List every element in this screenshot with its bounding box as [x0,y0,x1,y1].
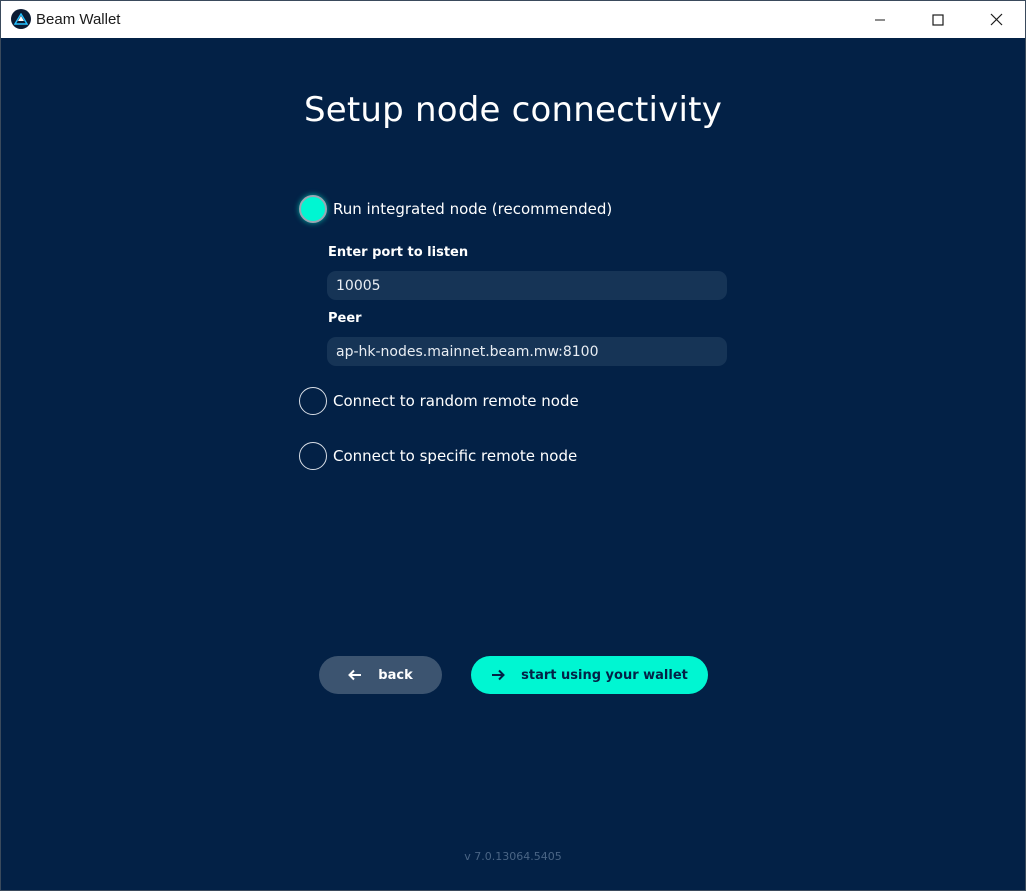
option-specific-remote-node[interactable]: Connect to specific remote node [299,442,577,470]
radio-random-remote-node[interactable] [299,387,327,415]
window-title: Beam Wallet [36,11,121,28]
page-title: Setup node connectivity [303,90,723,130]
arrow-left-icon [348,669,362,681]
minimize-button[interactable] [851,1,909,38]
start-button-label: start using your wallet [521,667,688,683]
peer-input[interactable] [327,337,727,366]
port-input[interactable] [327,271,727,300]
close-icon [990,13,1002,26]
radio-integrated-node[interactable] [299,195,327,223]
version-text: v 7.0.13064.5405 [464,850,562,863]
option-random-remote-node[interactable]: Connect to random remote node [299,387,579,415]
peer-label: Peer [328,311,362,326]
main-content: Setup node connectivity Run integrated n… [1,38,1025,890]
option-integrated-node[interactable]: Run integrated node (recommended) [299,195,612,223]
option-specific-remote-node-label: Connect to specific remote node [333,447,578,465]
title-bar[interactable]: Beam Wallet [1,1,1025,38]
app-window: Beam Wallet Setup node connectivity Run … [0,0,1026,891]
arrow-right-icon [491,669,506,681]
maximize-icon [932,13,944,26]
option-random-remote-node-label: Connect to random remote node [333,392,579,410]
minimize-icon [875,19,885,20]
close-button[interactable] [967,1,1025,38]
port-label: Enter port to listen [328,245,469,260]
back-button-label: back [378,667,413,683]
beam-logo-icon [11,9,31,29]
option-integrated-node-label: Run integrated node (recommended) [333,200,613,218]
maximize-button[interactable] [909,1,967,38]
start-using-wallet-button[interactable]: start using your wallet [471,656,708,694]
radio-specific-remote-node[interactable] [299,442,327,470]
back-button[interactable]: back [319,656,442,694]
